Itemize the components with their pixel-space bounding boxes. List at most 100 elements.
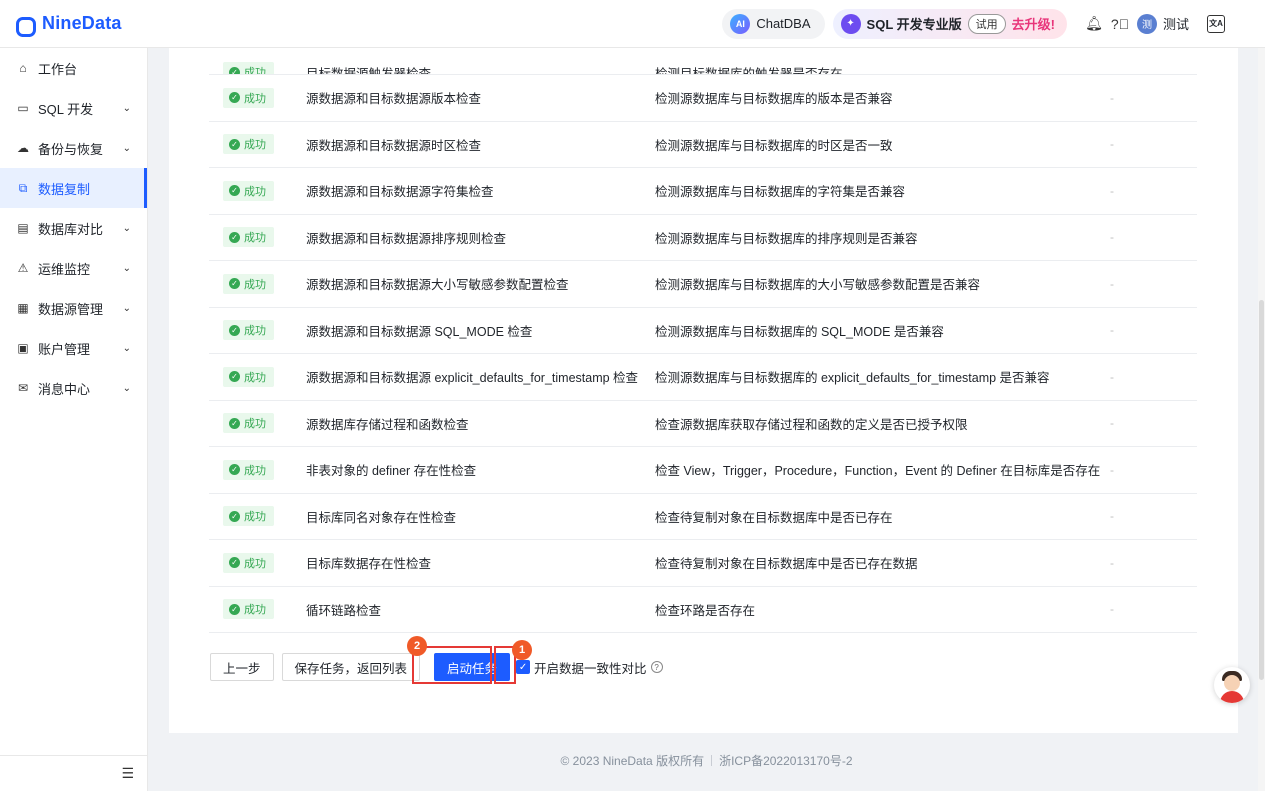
status-label: 成功 <box>244 464 266 477</box>
chevron-down-icon[interactable]: ⌄ <box>123 223 131 234</box>
chevron-down-icon[interactable]: ⌄ <box>123 383 131 394</box>
status-label: 成功 <box>244 418 266 431</box>
check-name: 目标库数据存在性检查 <box>306 557 432 572</box>
sidebar-item-5[interactable]: ⚠ 运维监控 ⌄ <box>0 248 147 288</box>
success-check-icon: ✓ <box>229 603 240 615</box>
table-row: ✓ 成功 源数据源和目标数据源 explicit_defaults_for_time… <box>209 354 1197 401</box>
assistant-body <box>1220 691 1244 703</box>
check-description: 检测源数据库与目标数据库的排序规则是否兼容 <box>655 231 918 246</box>
status-label: 成功 <box>244 92 266 105</box>
status-cell: ✓ 成功 <box>209 180 306 201</box>
sidebar-item-8[interactable]: ✉ 消息中心 ⌄ <box>0 368 147 408</box>
check-note: - <box>1110 509 1114 524</box>
consistency-checkbox[interactable]: ✓ <box>516 660 531 674</box>
sidebar-item-label: 工作台 <box>38 61 78 77</box>
consistency-compare-option[interactable]: ✓ 开启数据一致性对比 ? <box>516 658 663 677</box>
sidebar-item-1[interactable]: ▭ SQL 开发 ⌄ <box>0 88 147 128</box>
sidebar-item-6[interactable]: ▦ 数据源管理 ⌄ <box>0 288 147 328</box>
status-cell: ✓ 成功 <box>209 87 306 108</box>
status-label: 成功 <box>244 67 266 75</box>
check-name: 非表对象的 definer 存在性检查 <box>306 464 477 479</box>
status-label: 成功 <box>244 139 266 152</box>
status-badge: ✓ 成功 <box>223 506 274 527</box>
chevron-down-icon[interactable]: ⌄ <box>123 303 131 314</box>
datasource-icon: ▦ <box>17 301 29 315</box>
help-question-icon[interactable]: ? <box>650 661 663 673</box>
footer-divider <box>711 755 713 766</box>
chevron-down-icon[interactable]: ⌄ <box>123 343 131 354</box>
check-description: 检测源数据库与目标数据库的 explicit_defaults_for_time… <box>655 371 1050 386</box>
copy-icon: ⧉ <box>18 180 28 195</box>
chatdba-label: ChatDBA <box>756 16 811 31</box>
check-note: - <box>1110 90 1114 105</box>
user-name: 测试 <box>1162 17 1189 32</box>
status-badge: ✓ 成功 <box>223 320 274 341</box>
check-name: 目标数据源触发器检查 <box>306 67 432 75</box>
sidebar-item-4[interactable]: ▤ 数据库对比 ⌄ <box>0 208 147 248</box>
monitor-icon: ▭ <box>17 101 29 115</box>
sidebar-item-0[interactable]: ⌂ 工作台 <box>0 48 147 88</box>
chevron-down-icon[interactable]: ⌄ <box>123 103 131 114</box>
table-row: ✓ 成功 循环链路检查 检查环路是否存在 - <box>209 587 1197 633</box>
sidebar-item-7[interactable]: ▣ 账户管理 ⌄ <box>0 328 147 368</box>
user-menu[interactable]: 测 测试 <box>1136 13 1189 34</box>
upgrade-link[interactable]: 去升级! <box>1012 14 1055 33</box>
sidebar-item-label: 备份与恢复 <box>38 141 104 157</box>
sidebar: ⌂ 工作台 ▭ SQL 开发 ⌄ ☁ 备份与恢复 ⌄ ⧉ 数据复制 ▤ 数据库对比 ⌄ ⚠ 运维监控 ⌄ ▦ 数据… <box>0 48 148 791</box>
logo-text: NineData <box>42 13 122 33</box>
table-row: ✓ 成功 源数据源和目标数据源大小写敏感参数配置检查 检测源数据库与目标数据库的大小写… <box>209 261 1197 308</box>
scrollbar-thumb[interactable] <box>1259 300 1264 680</box>
success-check-icon: ✓ <box>229 92 240 104</box>
chatdba-button[interactable]: AI ChatDBA <box>722 8 825 39</box>
table-row: ✓ 成功 源数据源和目标数据源版本检查 检测源数据库与目标数据库的版本是否兼容 - <box>209 75 1197 122</box>
status-cell: ✓ 成功 <box>209 134 306 155</box>
table-row: ✓ 成功 源数据源和目标数据源时区检查 检测源数据库与目标数据库的时区是否一致 - <box>209 122 1197 168</box>
status-cell: ✓ 成功 <box>209 552 306 573</box>
check-note: - <box>1110 68 1114 75</box>
sidebar-item-3[interactable]: ⧉ 数据复制 <box>0 168 147 208</box>
check-description: 检查 View，Trigger，Procedure，Function，Event… <box>655 464 1101 479</box>
sidebar-item-label: SQL 开发 <box>38 101 94 117</box>
support-assistant-avatar[interactable] <box>1214 667 1250 703</box>
status-cell: ✓ 成功 <box>209 366 306 387</box>
previous-step-button[interactable]: 上一步 <box>210 653 274 681</box>
help-icon[interactable]: ?⃝ <box>1107 11 1133 37</box>
success-check-icon: ✓ <box>229 138 240 150</box>
copyright-text: © 2023 NineData 版权所有 <box>560 754 705 768</box>
table-row: ✓ 成功 源数据库存储过程和函数检查 检查源数据库获取存储过程和函数的定义是否已授予权… <box>209 401 1197 447</box>
collapse-sidebar-icon[interactable]: ☰ <box>0 755 148 791</box>
mail-icon: ✉ <box>17 381 29 395</box>
sidebar-item-2[interactable]: ☁ 备份与恢复 ⌄ <box>0 128 147 168</box>
chevron-down-icon[interactable]: ⌄ <box>123 143 131 154</box>
status-badge: ✓ 成功 <box>223 366 274 387</box>
table-row: ✓ 成功 目标数据源触发器检查 检测目标数据库的触发器是否存在 - <box>209 48 1197 75</box>
status-label: 成功 <box>244 371 266 384</box>
check-note: - <box>1110 323 1114 338</box>
success-check-icon: ✓ <box>229 324 240 336</box>
chevron-down-icon[interactable]: ⌄ <box>123 263 131 274</box>
success-check-icon: ✓ <box>229 417 240 429</box>
success-check-icon: ✓ <box>229 66 240 74</box>
check-name: 源数据源和目标数据源字符集检查 <box>306 185 494 200</box>
icp-link[interactable]: 浙ICP备2022013170号-2 <box>719 754 852 768</box>
check-description: 检测目标数据库的触发器是否存在 <box>655 67 843 75</box>
sidebar-item-label: 运维监控 <box>38 261 91 277</box>
check-note: - <box>1110 555 1114 570</box>
pro-edition-banner[interactable]: ✦ SQL 开发专业版 试用 去升级! <box>832 8 1067 39</box>
check-name: 源数据库存储过程和函数检查 <box>306 417 469 432</box>
status-badge: ✓ 成功 <box>223 413 274 434</box>
notification-bell-icon[interactable]: 🔔︎ <box>1081 11 1107 37</box>
status-badge: ✓ 成功 <box>223 273 274 294</box>
status-badge: ✓ 成功 <box>223 62 274 75</box>
check-name: 源数据源和目标数据源大小写敏感参数配置检查 <box>306 278 569 293</box>
check-name: 源数据源和目标数据源版本检查 <box>306 92 482 107</box>
status-badge: ✓ 成功 <box>223 180 274 201</box>
step-marker-2: 2 <box>407 636 427 656</box>
logo[interactable]: NineData <box>0 13 148 37</box>
success-check-icon: ✓ <box>229 557 240 569</box>
save-return-button[interactable]: 保存任务，返回列表 <box>281 653 421 681</box>
language-switch-icon[interactable]: 文A <box>1207 14 1225 33</box>
precheck-card: ✓ 成功 目标数据源触发器检查 检测目标数据库的触发器是否存在 - ✓ 成功 源数据源和目标数… <box>169 48 1238 733</box>
check-description: 检测源数据库与目标数据库的大小写敏感参数配置是否兼容 <box>655 278 981 293</box>
consistency-label: 开启数据一致性对比 <box>534 661 647 676</box>
